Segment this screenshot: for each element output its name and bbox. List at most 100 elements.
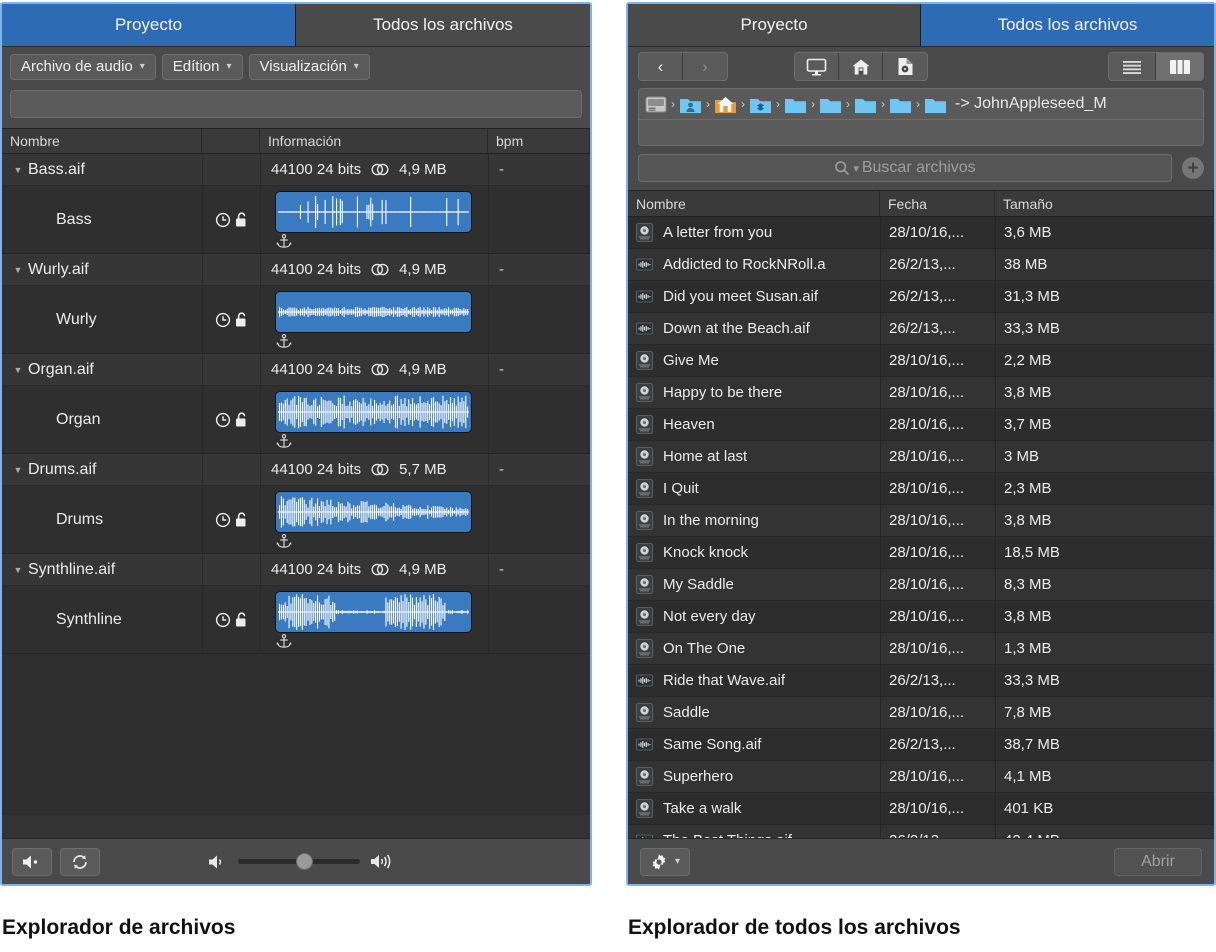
file-row[interactable]: Knock knock 28/10/16,... 18,5 MB [628,537,1214,569]
file-name: Saddle [663,704,710,721]
file-row[interactable]: I Quit 28/10/16,... 2,3 MB [628,473,1214,505]
region-waveform-cell[interactable] [260,186,488,253]
logic-file-icon [636,799,653,818]
audio-file-group: ▼ Bass.aif 44100 24 bits 4,9 MB - Bass [2,154,590,254]
waveform-region[interactable] [275,291,472,333]
column-view-button[interactable] [1156,53,1203,80]
file-row[interactable]: Ride that Wave.aif 26/2/13,... 33,3 MB [628,665,1214,697]
file-size: 3,8 MB [995,377,1214,408]
file-row[interactable]: Take a walk 28/10/16,... 401 KB [628,793,1214,825]
file-row[interactable]: Addicted to RockNRoll.a 26/2/13,... 38 M… [628,249,1214,281]
sample-rate-bits: 44100 24 bits [271,161,361,178]
disclosure-triangle-icon[interactable]: ▼ [2,465,28,475]
audio-region-row[interactable]: Organ [2,386,590,453]
file-name-cell: Ride that Wave.aif [628,671,880,690]
region-waveform-cell[interactable] [260,386,488,453]
audio-region-row[interactable]: Wurly [2,286,590,353]
search-input[interactable]: ▾ Buscar archivos [638,154,1172,182]
file-name-cell: Give Me [628,351,880,370]
back-button[interactable]: ‹ [639,53,683,80]
file-row[interactable]: Not every day 28/10/16,... 3,8 MB [628,601,1214,633]
home-button[interactable] [839,53,883,80]
region-icons[interactable] [202,486,260,553]
file-row[interactable]: Give Me 28/10/16,... 2,2 MB [628,345,1214,377]
audio-file-row[interactable]: ▼ Drums.aif 44100 24 bits 5,7 MB - [2,454,590,486]
tab-proyecto-left[interactable]: Proyecto [2,4,296,46]
open-button[interactable]: Abrir [1114,848,1202,876]
region-icons[interactable] [202,186,260,253]
file-name: Addicted to RockNRoll.a [663,256,826,273]
row-icon-cell [202,454,260,485]
file-row[interactable]: On The One 28/10/16,... 1,3 MB [628,633,1214,665]
waveform-region[interactable] [275,191,472,233]
audio-file-button[interactable] [883,53,927,80]
all-files-list: A letter from you 28/10/16,... 3,6 MB Ad… [628,217,1214,848]
file-row[interactable]: Did you meet Susan.aif 26/2/13,... 31,3 … [628,281,1214,313]
disclosure-triangle-icon[interactable]: ▼ [2,365,28,375]
waveform-region[interactable] [275,591,472,633]
file-row[interactable]: Home at last 28/10/16,... 3 MB [628,441,1214,473]
waveform-region[interactable] [275,491,472,533]
column-header-informacion[interactable]: Información [260,129,488,153]
audio-region-row[interactable]: Bass [2,186,590,253]
file-row[interactable]: Down at the Beach.aif 26/2/13,... 33,3 M… [628,313,1214,345]
file-row[interactable]: Heaven 28/10/16,... 3,7 MB [628,409,1214,441]
file-size: 38,7 MB [995,729,1214,760]
region-icons[interactable] [202,586,260,653]
volume-slider-knob[interactable] [296,853,313,870]
action-menu-button[interactable]: ▾ [640,848,690,876]
file-row[interactable]: A letter from you 28/10/16,... 3,6 MB [628,217,1214,249]
add-button[interactable]: + [1182,157,1204,179]
breadcrumb[interactable]: › › › › [638,88,1204,120]
disclosure-triangle-icon[interactable]: ▼ [2,565,28,575]
file-date: 28/10/16,... [880,345,995,376]
column-header-nombre[interactable]: Nombre [2,129,202,153]
left-search-input[interactable] [10,90,582,118]
audio-file-row[interactable]: ▼ Wurly.aif 44100 24 bits 4,9 MB - [2,254,590,286]
folder-icon [819,95,842,114]
column-header-bpm[interactable]: bpm [488,129,590,153]
audio-region-row[interactable]: Synthline [2,586,590,653]
waveform-region[interactable] [275,391,472,433]
file-name-cell: Down at the Beach.aif [628,319,880,338]
left-column-header: Nombre Información bpm [2,128,590,154]
file-name: I Quit [663,480,699,497]
forward-button[interactable]: › [683,53,727,80]
computer-button[interactable] [795,53,839,80]
file-date: 26/2/13,... [880,665,995,696]
disclosure-triangle-icon[interactable]: ▼ [2,165,28,175]
tab-proyecto-right[interactable]: Proyecto [628,4,921,46]
file-row[interactable]: In the morning 28/10/16,... 3,8 MB [628,505,1214,537]
audio-file-name: Bass.aif [28,161,202,179]
column-header-tamano[interactable]: Tamaño [995,191,1214,216]
prelisten-button[interactable] [12,848,52,876]
column-header-blank[interactable] [202,129,260,153]
audio-region-row[interactable]: Drums [2,486,590,553]
region-waveform-cell[interactable] [260,486,488,553]
tab-todos-los-archivos-left[interactable]: Todos los archivos [296,4,590,46]
region-waveform-cell[interactable] [260,286,488,353]
file-row[interactable]: Saddle 28/10/16,... 7,8 MB [628,697,1214,729]
region-waveform-cell[interactable] [260,586,488,653]
menu-visualizacion[interactable]: Visualización ▾ [249,54,370,80]
tab-todos-los-archivos-right[interactable]: Todos los archivos [921,4,1214,46]
audio-file-row[interactable]: ▼ Organ.aif 44100 24 bits 4,9 MB - [2,354,590,386]
menu-edicion[interactable]: Edítion ▾ [162,54,243,80]
audio-file-row[interactable]: ▼ Synthline.aif 44100 24 bits 4,9 MB - [2,554,590,586]
file-name-cell: A letter from you [628,223,880,242]
file-row[interactable]: My Saddle 28/10/16,... 8,3 MB [628,569,1214,601]
menu-archivo-de-audio[interactable]: Archivo de audio ▾ [10,54,156,80]
file-row[interactable]: Happy to be there 28/10/16,... 3,8 MB [628,377,1214,409]
clock-icon [215,412,231,428]
file-row[interactable]: Same Song.aif 26/2/13,... 38,7 MB [628,729,1214,761]
column-header-nombre[interactable]: Nombre [628,191,880,216]
disclosure-triangle-icon[interactable]: ▼ [2,265,28,275]
cycle-button[interactable] [60,848,100,876]
column-header-fecha[interactable]: Fecha [880,191,995,216]
file-row[interactable]: Superhero 28/10/16,... 4,1 MB [628,761,1214,793]
region-icons[interactable] [202,386,260,453]
list-view-button[interactable] [1109,53,1156,80]
region-icons[interactable] [202,286,260,353]
audio-file-row[interactable]: ▼ Bass.aif 44100 24 bits 4,9 MB - [2,154,590,186]
volume-slider[interactable] [238,859,360,864]
